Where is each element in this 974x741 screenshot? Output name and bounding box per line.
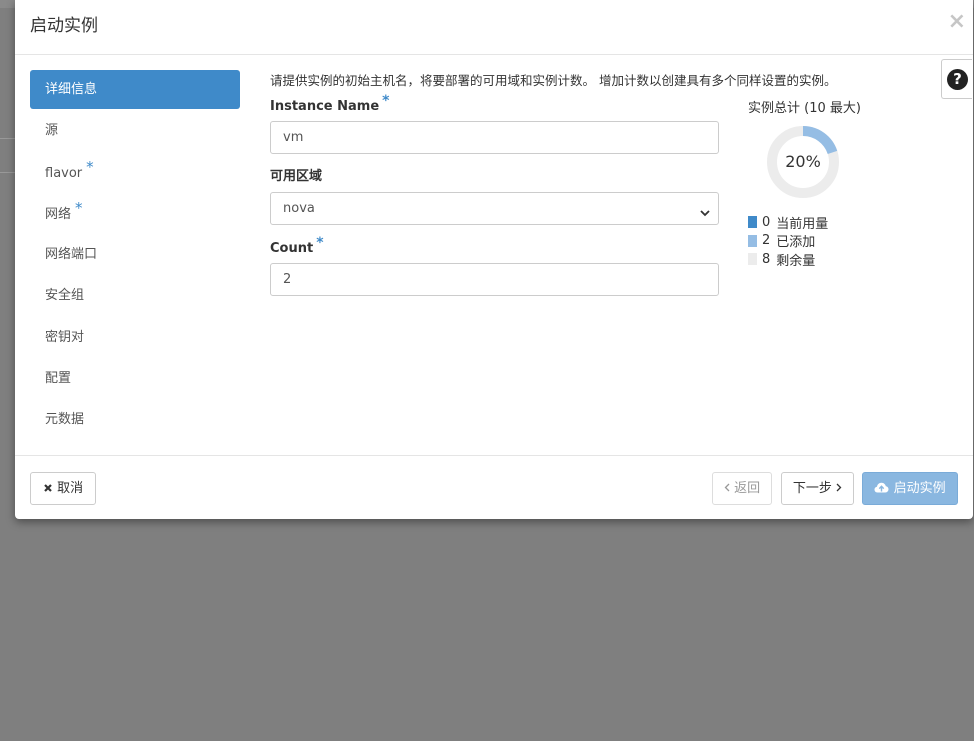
instance-name-input[interactable]: vm xyxy=(270,121,719,154)
legend-item-current: 0 当前用量 xyxy=(748,213,828,232)
count-label: Count xyxy=(270,241,314,256)
step-description: 请提供实例的初始主机名，将要部署的可用域和实例计数。 增加计数以创建具有多个同样… xyxy=(270,73,837,88)
sidebar-item-label: 元数据 xyxy=(45,412,85,428)
launch-label: 启动实例 xyxy=(893,481,946,496)
cancel-label: 取消 xyxy=(57,481,84,496)
quota-legend: 0 当前用量 2 已添加 8 剩余量 xyxy=(748,213,828,269)
legend-label: 当前用量 xyxy=(776,216,829,232)
sidebar-item-label: 配置 xyxy=(45,371,72,387)
legend-item-remaining: 8 剩余量 xyxy=(748,250,828,269)
count-input[interactable]: 2 xyxy=(270,263,719,296)
legend-item-added: 2 已添加 xyxy=(748,232,828,251)
sidebar-item-label: 源 xyxy=(45,123,59,139)
sidebar-item-configuration[interactable]: 配置 xyxy=(30,359,240,398)
chevron-down-icon xyxy=(700,210,710,217)
legend-label: 剩余量 xyxy=(776,253,816,269)
chevron-right-icon xyxy=(836,483,842,492)
instance-name-group: Instance Name * vm xyxy=(270,93,719,154)
sidebar-item-flavor[interactable]: flavor * xyxy=(30,153,240,192)
close-icon xyxy=(44,483,52,492)
cloud-upload-icon xyxy=(874,482,889,493)
legend-swatch xyxy=(748,234,757,247)
back-label: 返回 xyxy=(734,481,761,496)
sidebar-item-networks[interactable]: 网络 * xyxy=(30,194,240,233)
legend-swatch xyxy=(748,253,757,266)
sidebar-item-metadata[interactable]: 元数据 xyxy=(30,400,240,439)
instance-name-label-row: Instance Name * xyxy=(270,93,719,116)
sidebar-item-label: flavor xyxy=(45,165,83,181)
question-circle-icon: ? xyxy=(947,69,968,90)
required-marker: * xyxy=(316,235,324,251)
quota-title: 实例总计 (10 最大) xyxy=(748,101,861,116)
required-marker: * xyxy=(75,198,83,217)
sidebar-item-label: 密钥对 xyxy=(45,329,85,345)
sidebar-item-label: 安全组 xyxy=(45,288,85,304)
modal-title: 启动实例 xyxy=(30,16,98,36)
sidebar-item-security-groups[interactable]: 安全组 xyxy=(30,276,240,315)
count-label-row: Count * xyxy=(270,235,719,258)
next-label: 下一步 xyxy=(792,481,832,496)
required-marker: * xyxy=(86,157,94,176)
sidebar-item-key-pair[interactable]: 密钥对 xyxy=(30,318,240,357)
instance-name-label: Instance Name xyxy=(270,99,380,114)
help-button[interactable]: ? xyxy=(941,59,972,99)
availability-zone-select[interactable]: nova xyxy=(270,192,719,225)
chevron-left-icon xyxy=(724,483,730,492)
required-marker: * xyxy=(382,93,390,109)
sidebar-item-network-ports[interactable]: 网络端口 xyxy=(30,235,240,274)
availability-zone-select-wrap: nova xyxy=(270,192,719,225)
close-icon[interactable]: × xyxy=(948,10,966,34)
quota-percent: 20% xyxy=(785,152,821,171)
modal-footer: 取消 返回 下一步 启动实例 xyxy=(15,455,973,520)
sidebar-item-label: 网络端口 xyxy=(45,247,98,263)
wizard-sidebar: 详细信息 源 flavor * 网络 * 网络端口 安全组 密钥对 配置 元数据 xyxy=(30,70,240,442)
next-button[interactable]: 下一步 xyxy=(781,472,854,505)
instance-quota-chart: 实例总计 (10 最大) 20% 0 当前用量 2 已添加 8 剩余量 xyxy=(748,97,878,269)
launch-instance-dialog: 启动实例 × ? 详细信息 源 flavor * 网络 * 网络端口 安全组 密钥对… xyxy=(15,0,973,519)
legend-value: 8 xyxy=(762,251,771,267)
background-divider xyxy=(0,138,15,139)
launch-instance-button[interactable]: 启动实例 xyxy=(862,472,958,505)
cancel-button[interactable]: 取消 xyxy=(30,472,96,505)
availability-zone-group: 可用区域 nova xyxy=(270,167,719,225)
availability-zone-label: 可用区域 xyxy=(270,169,323,184)
sidebar-item-label: 详细信息 xyxy=(45,82,98,97)
legend-value: 2 xyxy=(762,233,771,249)
sidebar-item-source[interactable]: 源 xyxy=(30,111,240,150)
legend-value: 0 xyxy=(762,214,771,230)
legend-swatch xyxy=(748,216,757,229)
back-button[interactable]: 返回 xyxy=(712,472,772,505)
sidebar-item-label: 网络 xyxy=(45,206,72,222)
sidebar-item-details[interactable]: 详细信息 xyxy=(30,70,240,109)
modal-header: 启动实例 × xyxy=(15,0,973,55)
count-group: Count * 2 xyxy=(270,235,719,296)
legend-label: 已添加 xyxy=(776,235,816,251)
background-divider xyxy=(0,172,15,173)
